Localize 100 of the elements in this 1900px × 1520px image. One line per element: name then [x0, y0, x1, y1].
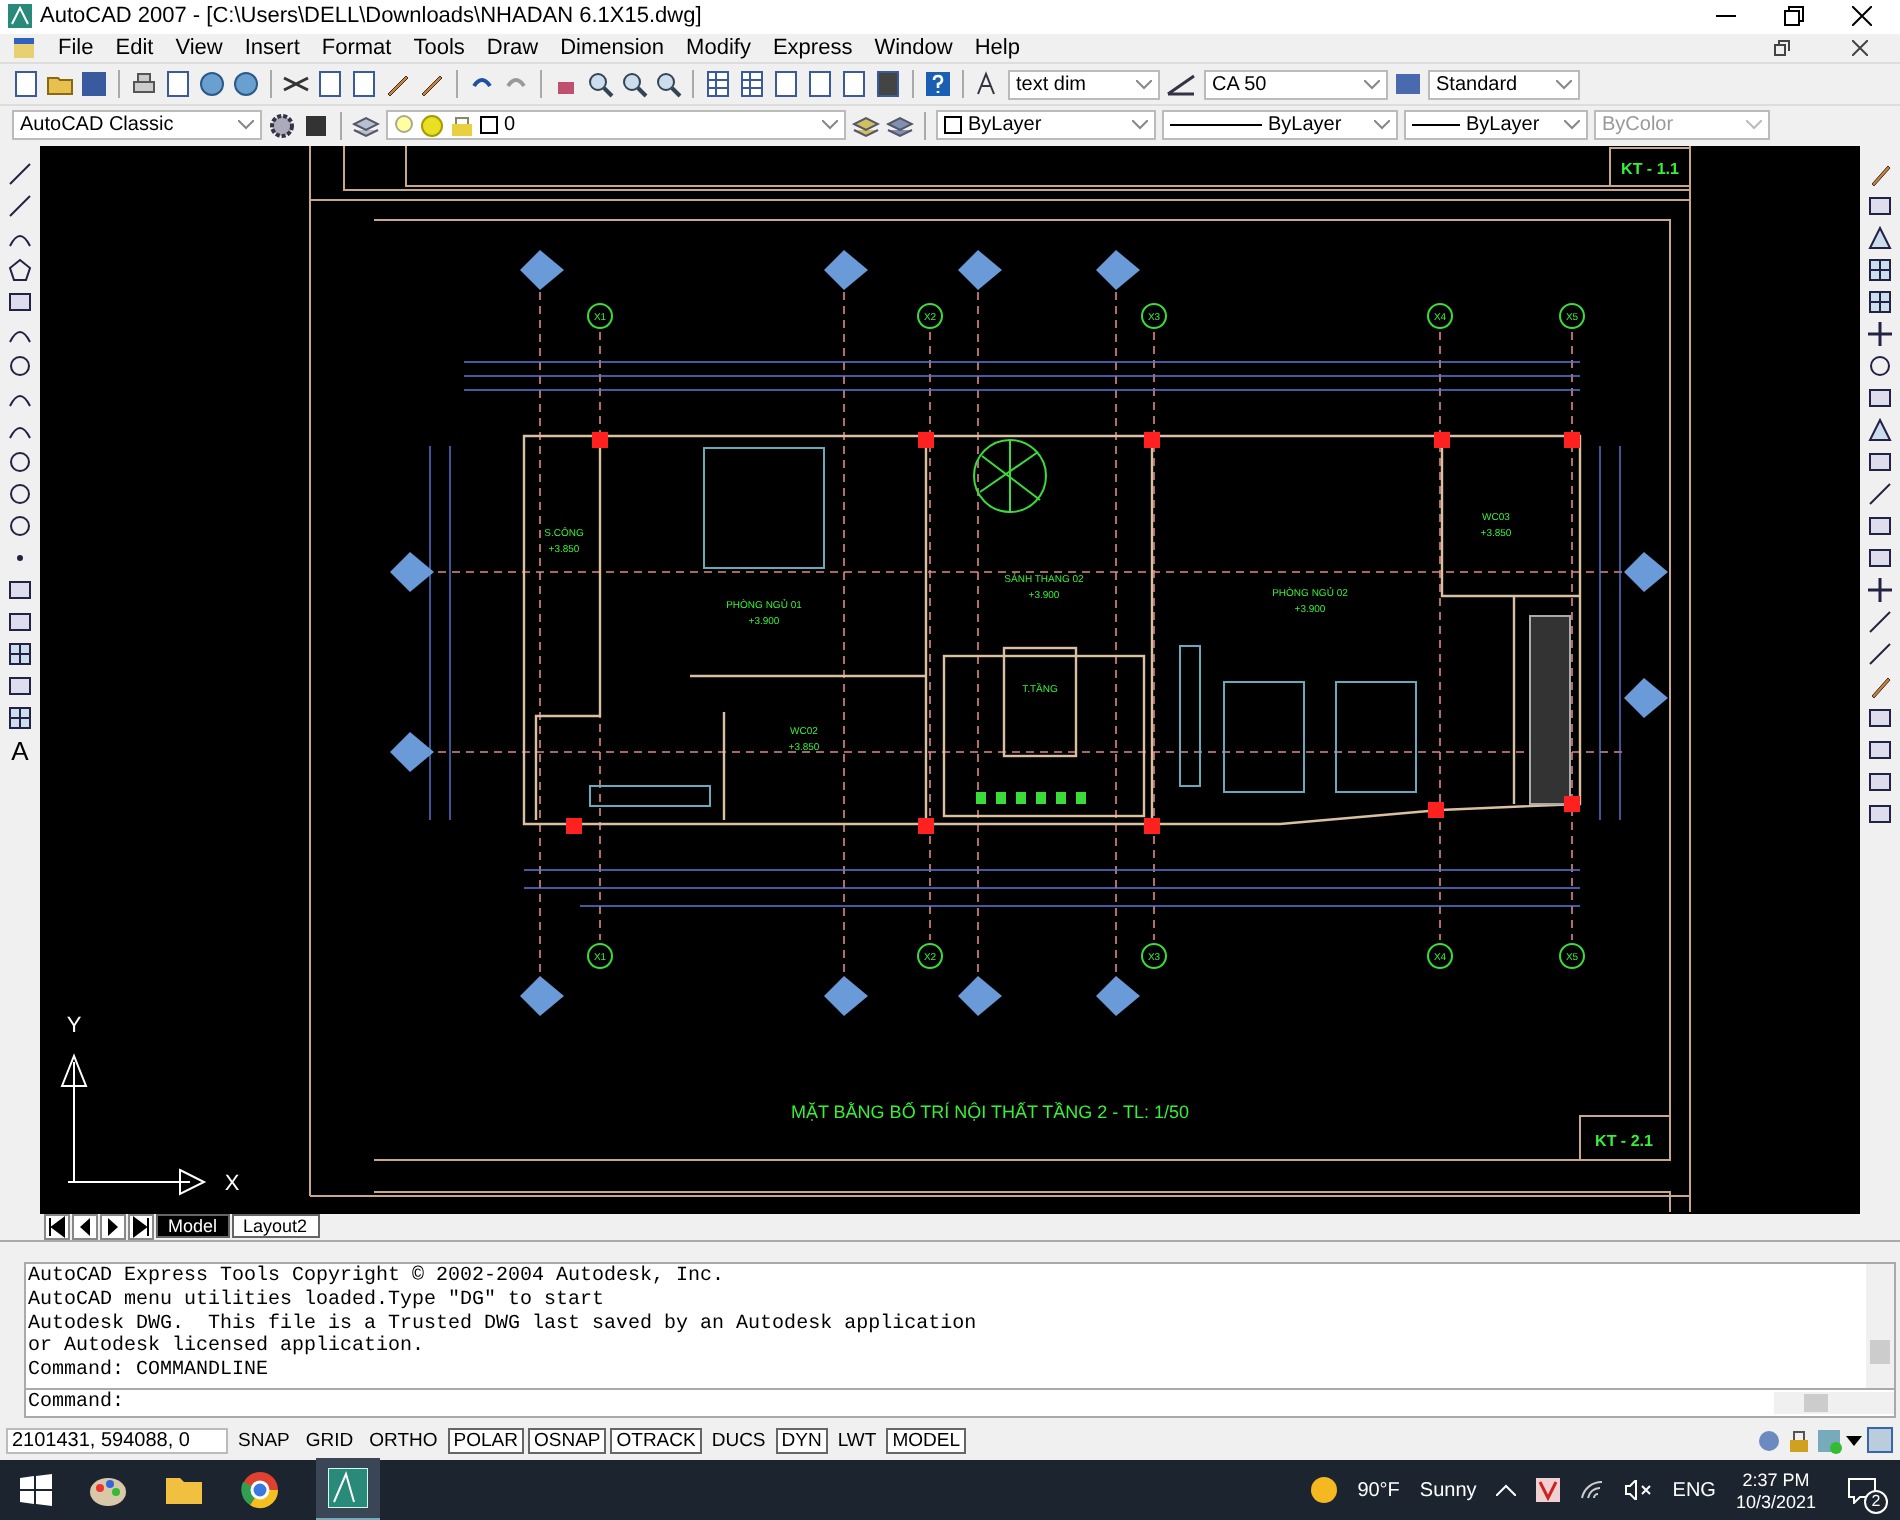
magnifier-icon[interactable] — [654, 70, 682, 99]
speaker-muted-icon[interactable] — [1624, 1480, 1653, 1500]
dimension-style-dropdown[interactable]: CA 50 — [1204, 69, 1388, 100]
gear-icon[interactable] — [268, 111, 296, 140]
menu-item[interactable]: Help — [974, 36, 1020, 61]
clock-time[interactable]: 2:37 PM — [1742, 1469, 1810, 1489]
pencil-icon[interactable] — [1868, 673, 1892, 698]
rectangle-icon[interactable] — [1868, 545, 1892, 570]
status-toggle-button[interactable]: MODEL — [886, 1427, 966, 1454]
padlock-icon[interactable] — [1786, 1427, 1812, 1454]
text-tool[interactable]: A — [11, 737, 29, 764]
triangle-icon[interactable] — [1868, 417, 1892, 442]
previous-tab-icon[interactable] — [72, 1213, 98, 1240]
rectangle-icon[interactable] — [1868, 801, 1892, 826]
linetype-dropdown[interactable]: ByLayer — [1162, 110, 1398, 141]
menu-item[interactable]: File — [58, 36, 94, 61]
restore-icon[interactable] — [1784, 6, 1804, 27]
globe-icon[interactable] — [232, 70, 260, 99]
calculator-icon[interactable] — [874, 70, 902, 99]
windows-start-icon[interactable] — [20, 1474, 52, 1506]
menu-item[interactable]: Express — [772, 36, 853, 61]
layers-icon[interactable] — [886, 111, 914, 140]
rectangle-icon[interactable] — [1868, 705, 1892, 730]
status-toggle-button[interactable]: OSNAP — [527, 1427, 607, 1454]
magnifier-icon[interactable] — [620, 70, 648, 99]
line-icon[interactable] — [8, 193, 32, 218]
rectangle-icon[interactable] — [1868, 737, 1892, 762]
chevron-up-icon[interactable] — [1496, 1484, 1517, 1496]
layers-icon[interactable] — [352, 111, 380, 140]
vertical-scrollbar[interactable] — [1866, 1264, 1894, 1389]
notification-icon[interactable] — [1848, 1477, 1876, 1503]
language-indicator[interactable]: ENG — [1672, 1479, 1716, 1501]
status-toggle-button[interactable]: ORTHO — [363, 1427, 444, 1454]
pencil-icon[interactable] — [1868, 161, 1892, 186]
circle-icon[interactable] — [8, 481, 32, 506]
color-dropdown[interactable]: ByLayer — [936, 110, 1156, 141]
lineweight-dropdown[interactable]: ByLayer — [1404, 110, 1588, 141]
layout-tab[interactable]: Layout2 — [231, 1214, 320, 1239]
cross-arrows-icon[interactable] — [1868, 577, 1892, 602]
folder-icon[interactable] — [164, 1472, 204, 1508]
next-tab-icon[interactable] — [100, 1213, 126, 1240]
line-icon[interactable] — [8, 161, 32, 186]
circle-icon[interactable] — [8, 513, 32, 538]
triangle-icon[interactable] — [1868, 225, 1892, 250]
wifi-icon[interactable] — [1580, 1480, 1605, 1500]
table-style-dropdown[interactable]: Standard — [1428, 69, 1580, 100]
status-toggle-button[interactable]: LWT — [831, 1427, 883, 1454]
line-icon[interactable] — [1868, 641, 1892, 666]
cross-arrows-icon[interactable] — [1868, 321, 1892, 346]
menu-item[interactable]: Dimension — [560, 36, 665, 61]
pencil-icon[interactable] — [418, 70, 446, 99]
circle-icon[interactable] — [8, 449, 32, 474]
status-toggle-button[interactable]: GRID — [299, 1427, 360, 1454]
close-icon[interactable] — [1852, 6, 1872, 27]
clock-date[interactable]: 10/3/2021 — [1735, 1491, 1816, 1511]
rectangle-icon[interactable] — [1868, 385, 1892, 410]
browser-icon[interactable] — [240, 1470, 280, 1510]
antivirus-icon[interactable] — [1536, 1478, 1561, 1502]
rectangle-icon[interactable] — [8, 673, 32, 698]
magnifier-icon[interactable] — [586, 70, 614, 99]
rectangle-icon[interactable] — [1868, 449, 1892, 474]
help-icon[interactable] — [924, 70, 952, 99]
rectangle-icon[interactable] — [1868, 513, 1892, 538]
last-tab-icon[interactable] — [128, 1213, 154, 1240]
rectangle-icon[interactable] — [8, 289, 32, 314]
first-tab-icon[interactable] — [44, 1213, 70, 1240]
workspace-dropdown[interactable]: AutoCAD Classic — [12, 110, 262, 141]
menu-item[interactable]: Draw — [486, 36, 539, 61]
layout-tab[interactable]: Model — [156, 1214, 230, 1239]
globe-icon[interactable] — [198, 70, 226, 99]
rectangle-icon[interactable] — [8, 577, 32, 602]
status-toggle-button[interactable]: DUCS — [705, 1427, 772, 1454]
line-icon[interactable] — [1868, 481, 1892, 506]
menu-item[interactable]: View — [175, 36, 223, 61]
layer-dropdown[interactable]: 0 — [386, 110, 846, 141]
polygon-icon[interactable] — [8, 257, 32, 282]
menu-item[interactable]: Format — [321, 36, 392, 61]
status-toggle-button[interactable]: POLAR — [447, 1427, 524, 1454]
rectangle-icon[interactable] — [1868, 769, 1892, 794]
menu-item[interactable]: Window — [874, 36, 953, 61]
close-icon[interactable] — [1852, 40, 1868, 57]
rectangle-icon[interactable] — [8, 609, 32, 634]
menu-item[interactable]: Modify — [686, 36, 751, 61]
menu-item[interactable]: Insert — [244, 36, 300, 61]
line-icon[interactable] — [1868, 609, 1892, 634]
caret-icon[interactable] — [1846, 1435, 1862, 1446]
printer-icon[interactable] — [130, 70, 158, 99]
taskbar-app-button[interactable] — [316, 1458, 380, 1520]
circle-icon[interactable] — [8, 353, 32, 378]
restore-icon[interactable] — [1774, 40, 1790, 57]
horizontal-scrollbar[interactable] — [1774, 1392, 1894, 1415]
command-input-field[interactable]: Command: — [26, 1392, 1774, 1416]
pencil-icon[interactable] — [384, 70, 412, 99]
status-toggle-button[interactable]: DYN — [775, 1427, 828, 1454]
status-toggle-button[interactable]: OTRACK — [610, 1427, 702, 1454]
save-icon[interactable] — [80, 70, 108, 99]
text-style-dropdown[interactable]: text dim — [1008, 69, 1160, 100]
status-toggle-button[interactable]: SNAP — [232, 1427, 296, 1454]
menu-item[interactable]: Tools — [413, 36, 465, 61]
menu-item[interactable]: Edit — [115, 36, 154, 61]
